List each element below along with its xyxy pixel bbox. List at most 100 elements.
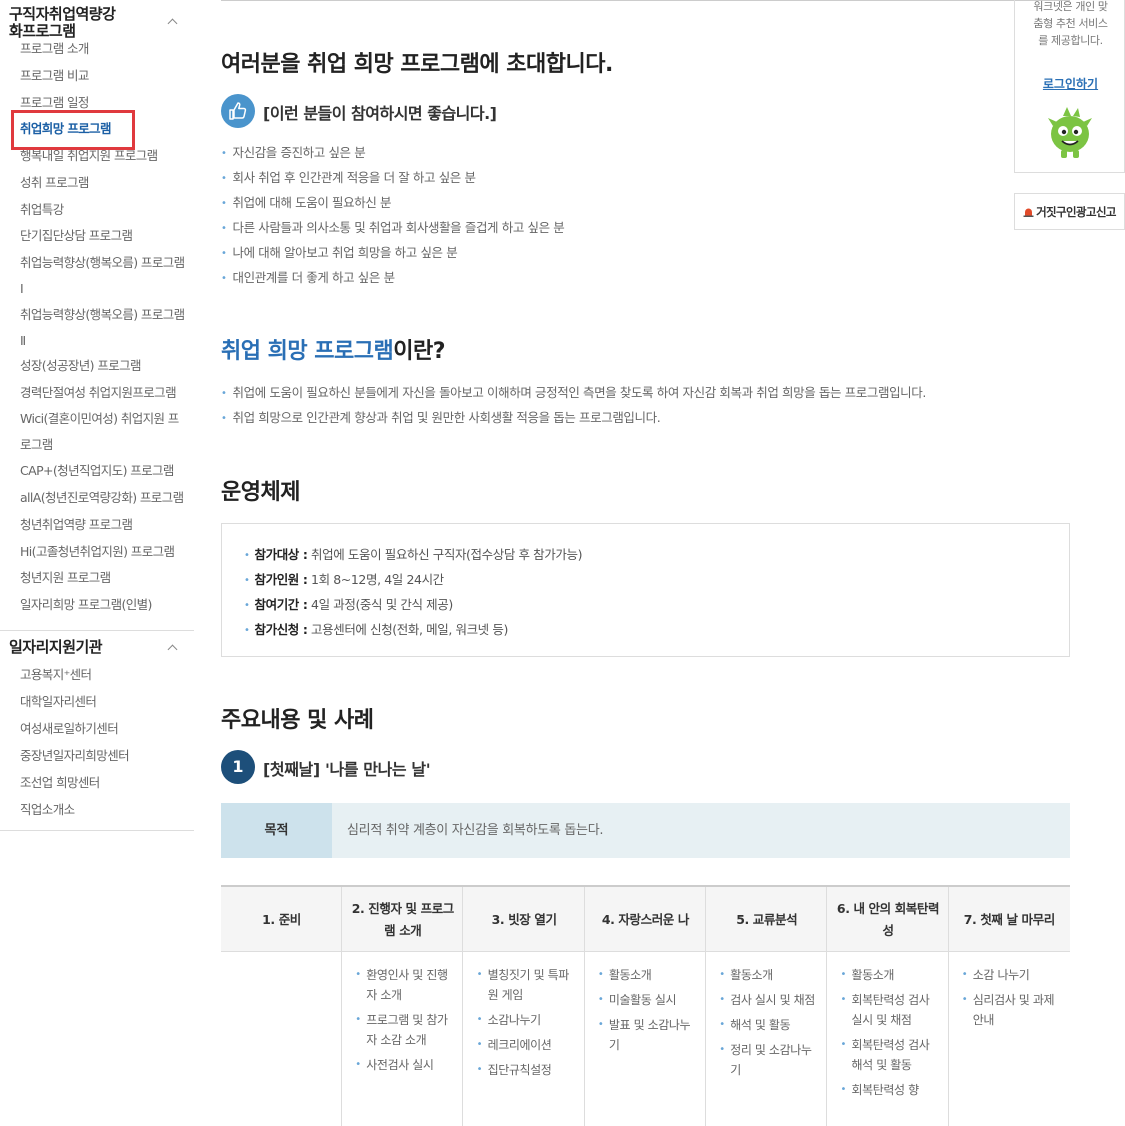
active-item-highlight	[11, 110, 135, 150]
step-item: 발표 및 소감나누기	[598, 1015, 700, 1055]
ops-label: 참가인원 :	[254, 572, 308, 587]
step-header: 4. 자랑스러운 나	[601, 911, 690, 927]
ops-label: 참가대상 :	[254, 547, 308, 562]
step-column: 4. 자랑스러운 나활동소개미술활동 실시발표 및 소감나누기	[585, 887, 706, 1126]
sidebar-section-title[interactable]: 일자리지원기관	[9, 639, 103, 656]
step-item: 집단규칙설정	[477, 1060, 579, 1080]
sidebar-item[interactable]: 프로그램 비교	[20, 67, 89, 85]
ops-row: 참가인원 : 1회 8~12명, 4일 24시간	[244, 569, 445, 588]
day-number-badge: 1	[221, 750, 255, 784]
sidebar-item[interactable]: 일자리희망 프로그램(인별)	[20, 596, 152, 614]
sidebar-item[interactable]: 프로그램 소개	[20, 40, 89, 58]
step-item: 소감 나누기	[962, 965, 1064, 985]
step-column: 5. 교류분석활동소개검사 실시 및 채점해석 및 활동정리 및 소감나누기	[706, 887, 828, 1126]
sidebar-item[interactable]: 청년지원 프로그램	[20, 569, 111, 587]
step-item: 활동소개	[841, 965, 943, 985]
sidebar-item[interactable]: 청년취업역량 프로그램	[20, 516, 133, 534]
sidebar-item[interactable]: Wici(결혼이민여성) 취업지원 프로그램	[20, 406, 185, 458]
sidebar-divider	[0, 830, 194, 831]
ops-value: 고용센터에 신청(전화, 메일, 워크넷 등)	[307, 622, 508, 637]
promo-text: 워크넷은 개인 맞춤형 추천 서비스를 제공합니다.	[1033, 0, 1108, 47]
thumbs-up-icon	[221, 94, 255, 128]
step-header: 2. 진행자 및 프로그램 소개	[351, 900, 455, 938]
purpose-text: 심리적 취약 계층이 자신감을 회복하도록 돕는다.	[347, 823, 604, 838]
step-item: 프로그램 및 참가자 소감 소개	[355, 1010, 457, 1050]
sidebar-item[interactable]: 조선업 희망센터	[20, 774, 100, 792]
ops-label: 참여기간 :	[254, 597, 308, 612]
list-item: 취업에 대해 도움이 필요하신 분	[221, 194, 392, 213]
worknet-promo-panel: 워크넷은 개인 맞춤형 추천 서비스를 제공합니다. 로그인하기	[1014, 0, 1125, 173]
step-item: 미술활동 실시	[598, 990, 700, 1010]
step-item: 정리 및 소감나누기	[719, 1040, 821, 1080]
top-divider	[221, 0, 1070, 1]
step-column: 3. 빗장 열기별칭짓기 및 특파원 게임소감나누기레크리에이션집단규칙설정	[464, 887, 585, 1126]
list-item: 취업에 도움이 필요하신 분들에게 자신을 돌아보고 이해하며 긍정적인 측면을…	[221, 384, 927, 403]
list-item: 다른 사람들과 의사소통 및 취업과 회사생활을 즐겁게 하고 싶은 분	[221, 219, 565, 238]
sidebar-item[interactable]: CAP+(청년직업지도) 프로그램	[20, 462, 174, 480]
siren-icon	[1023, 208, 1034, 217]
chevron-up-icon[interactable]	[167, 18, 178, 29]
sidebar-item[interactable]: Hi(고졸청년취업지원) 프로그램	[20, 543, 175, 561]
what-is-rest: 이란?	[393, 339, 445, 364]
ops-heading: 운영체제	[221, 480, 300, 505]
sidebar-item[interactable]: 직업소개소	[20, 801, 75, 819]
step-item: 활동소개	[598, 965, 700, 985]
step-item: 심리검사 및 과제 안내	[962, 990, 1064, 1030]
step-item: 회복탄력성 검사 해석 및 활동	[841, 1035, 943, 1075]
step-column: 7. 첫째 날 마무리소감 나누기심리검사 및 과제 안내	[949, 887, 1070, 1126]
ops-box: 참가대상 : 취업에 도움이 필요하신 구직자(접수상담 후 참가가능) 참가인원…	[221, 523, 1070, 657]
sidebar-divider	[0, 630, 194, 631]
step-header: 5. 교류분석	[736, 911, 798, 927]
what-is-accent: 취업 희망 프로그램	[221, 339, 394, 364]
sidebar-item[interactable]: 단기집단상담 프로그램	[20, 227, 133, 245]
what-is-heading: 취업 희망 프로그램이란?	[221, 333, 445, 365]
ops-label: 참가신청 :	[254, 622, 308, 637]
sidebar-item[interactable]: allA(청년진로역량강화) 프로그램	[20, 489, 184, 507]
step-list: 소감 나누기심리검사 및 과제 안내	[962, 965, 1064, 1035]
step-list: 활동소개검사 실시 및 채점해석 및 활동정리 및 소감나누기	[719, 965, 821, 1085]
content-heading: 주요내용 및 사례	[221, 708, 374, 733]
step-item: 별칭짓기 및 특파원 게임	[477, 965, 579, 1005]
mascot-icon	[1043, 104, 1097, 164]
step-header: 3. 빗장 열기	[491, 911, 557, 927]
sidebar-item[interactable]: 고용복지⁺센터	[20, 666, 92, 684]
sidebar-item[interactable]: 중장년일자리희망센터	[20, 747, 130, 765]
sidebar-item[interactable]: 취업능력향상(행복오름) 프로그램Ⅰ	[20, 250, 185, 302]
list-item: 나에 대해 알아보고 취업 희망을 하고 싶은 분	[221, 244, 458, 263]
step-item: 검사 실시 및 채점	[719, 990, 821, 1010]
sidebar-item[interactable]: 취업능력향상(행복오름) 프로그램Ⅱ	[20, 302, 185, 354]
step-header: 7. 첫째 날 마무리	[963, 911, 1056, 927]
list-item: 자신감을 증진하고 싶은 분	[221, 144, 366, 163]
ops-row: 참가대상 : 취업에 도움이 필요하신 구직자(접수상담 후 참가가능)	[244, 544, 583, 563]
step-column: 6. 내 안의 회복탄력성활동소개회복탄력성 검사 실시 및 채점회복탄력성 검…	[828, 887, 949, 1126]
purpose-row: 목적 심리적 취약 계층이 자신감을 회복하도록 돕는다.	[221, 803, 1070, 858]
list-item: 회사 취업 후 인간관계 적응을 더 잘 하고 싶은 분	[221, 169, 476, 188]
sidebar-item[interactable]: 성취 프로그램	[20, 174, 89, 192]
report-fake-job-ad-button[interactable]: 거짓구인광고신고	[1014, 193, 1125, 230]
step-item: 사전검사 실시	[355, 1055, 457, 1075]
purpose-label: 목적	[221, 803, 332, 858]
list-item: 대인관계를 더 좋게 하고 싶은 분	[221, 269, 396, 288]
step-list: 별칭짓기 및 특파원 게임소감나누기레크리에이션집단규칙설정	[477, 965, 579, 1085]
step-column: 1. 준비	[221, 887, 342, 1126]
steps-table: 1. 준비 2. 진행자 및 프로그램 소개환영인사 및 진행자 소개프로그램 및…	[221, 885, 1070, 1126]
list-item: 취업 희망으로 인간관계 향상과 취업 및 원만한 사회생활 적응을 돕는 프로…	[221, 409, 661, 428]
step-list: 활동소개회복탄력성 검사 실시 및 채점회복탄력성 검사 해석 및 활동회복탄력…	[841, 965, 943, 1105]
sidebar-item[interactable]: 성장(성공장년) 프로그램	[20, 357, 142, 375]
step-item: 환영인사 및 진행자 소개	[355, 965, 457, 1005]
ops-value: 4일 과정(중식 및 간식 제공)	[307, 597, 453, 612]
login-link[interactable]: 로그인하기	[1015, 75, 1125, 92]
step-item: 소감나누기	[477, 1010, 579, 1030]
sidebar-section-title[interactable]: 구직자취업역량강화프로그램	[9, 6, 119, 40]
ops-row: 참여기간 : 4일 과정(중식 및 간식 제공)	[244, 594, 454, 613]
chevron-up-icon[interactable]	[167, 644, 178, 655]
sidebar: 구직자취업역량강화프로그램 프로그램 소개 프로그램 비교 프로그램 일정 취업희망 …	[0, 0, 196, 1126]
sidebar-item[interactable]: 여성새로일하기센터	[20, 720, 119, 738]
step-list: 활동소개미술활동 실시발표 및 소감나누기	[598, 965, 700, 1060]
sidebar-item[interactable]: 대학일자리센터	[20, 693, 97, 711]
step-header: 1. 준비	[262, 911, 301, 927]
step-header: 6. 내 안의 회복탄력성	[836, 900, 940, 938]
sidebar-item[interactable]: 취업특강	[20, 201, 64, 219]
step-item: 레크리에이션	[477, 1035, 579, 1055]
sidebar-item[interactable]: 경력단절여성 취업지원프로그램	[20, 384, 177, 402]
